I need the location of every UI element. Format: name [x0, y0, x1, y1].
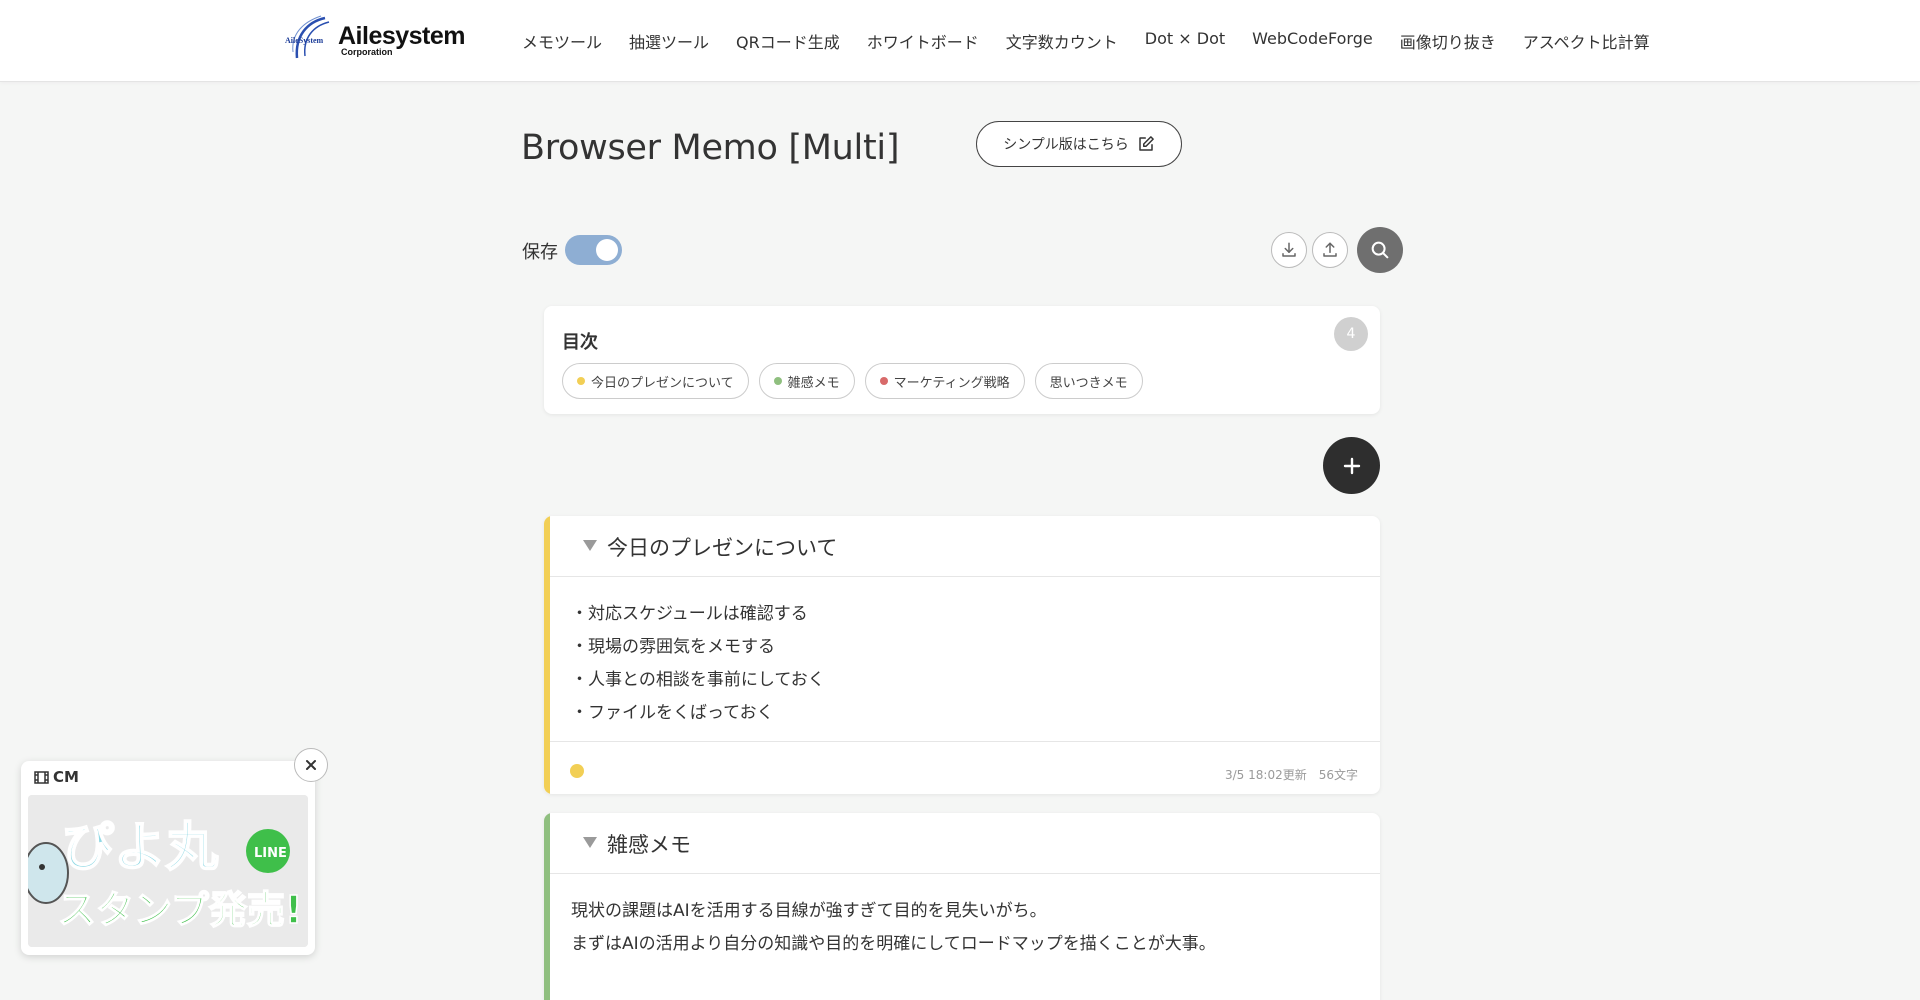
close-icon	[306, 760, 316, 770]
nav-item-char-count[interactable]: 文字数カウント	[1006, 29, 1118, 53]
add-memo-button[interactable]	[1323, 437, 1380, 494]
cm-banner-image[interactable]: ぴよ丸 LINE スタンプ発売!	[28, 795, 308, 947]
banner-sub-text: スタンプ発売!	[58, 888, 302, 932]
edit-icon	[1139, 136, 1154, 151]
color-dot	[577, 377, 585, 385]
memo-meta: 3/5 18:02更新 56文字	[1225, 766, 1358, 783]
toc-chip-label: 雑感メモ	[787, 375, 840, 391]
search-button[interactable]	[1357, 227, 1403, 273]
save-toggle[interactable]	[565, 235, 622, 265]
cm-widget: CM ぴよ丸 LINE スタンプ発売!	[21, 761, 315, 955]
nav-item-dot-dot[interactable]: Dot × Dot	[1145, 29, 1225, 53]
memo-card: 今日のプレゼンについて ・対応スケジュールは確認する ・現場の雰囲気をメモする …	[544, 516, 1380, 794]
memo-char-count: 56文字	[1318, 768, 1358, 782]
banner-title-text: ぴよ丸	[62, 818, 218, 878]
plus-icon	[1343, 457, 1360, 474]
toggle-knob	[596, 239, 618, 261]
toc-chip-label: 思いつきメモ	[1049, 375, 1128, 391]
memo-header[interactable]: 雑感メモ	[550, 813, 1380, 874]
toc-chip-label: 今日のプレゼンについて	[591, 375, 734, 391]
cm-close-button[interactable]	[294, 748, 328, 782]
main-nav: メモツール 抽選ツール QRコード生成 ホワイトボード 文字数カウント Dot …	[522, 29, 1650, 53]
logo-subtext: Corporation	[341, 47, 393, 57]
toc-chip[interactable]: 雑感メモ	[758, 363, 855, 399]
save-label: 保存	[522, 242, 558, 263]
toc-title: 目次	[562, 332, 598, 353]
nav-item-qr-code[interactable]: QRコード生成	[736, 29, 840, 53]
simple-version-button[interactable]: シンプル版はこちら	[976, 121, 1182, 167]
nav-item-whiteboard[interactable]: ホワイトボード	[867, 29, 979, 53]
nav-item-lottery-tool[interactable]: 抽選ツール	[629, 29, 709, 53]
memo-footer: 3/5 18:02更新 56文字	[550, 741, 1380, 794]
banner-badge-text: LINE	[254, 846, 287, 861]
toc-chip[interactable]: 思いつきメモ	[1034, 363, 1143, 399]
collapse-triangle-icon[interactable]	[583, 540, 597, 551]
cm-label: CM	[53, 768, 79, 786]
memo-body[interactable]: ・対応スケジュールは確認する ・現場の雰囲気をメモする ・人事との相談を事前にし…	[571, 598, 825, 730]
cm-label-row: CM	[34, 768, 79, 786]
search-icon	[1371, 241, 1389, 259]
memo-title[interactable]: 今日のプレゼンについて	[607, 532, 837, 562]
download-button[interactable]	[1271, 232, 1307, 268]
download-icon	[1282, 242, 1296, 257]
upload-icon	[1323, 242, 1337, 257]
toc-count-badge: 4	[1334, 317, 1368, 351]
piyomaru-stamp-banner: ぴよ丸 LINE スタンプ発売!	[28, 795, 308, 947]
collapse-triangle-icon[interactable]	[583, 837, 597, 848]
color-dot	[879, 377, 888, 385]
toc-chip-list: 今日のプレゼンについて 雑感メモ マーケティング戦略 思いつきメモ	[562, 363, 1143, 399]
nav-item-memo-tool[interactable]: メモツール	[522, 29, 602, 53]
nav-item-webcodeforge[interactable]: WebCodeForge	[1252, 29, 1373, 53]
toc-chip[interactable]: 今日のプレゼンについて	[562, 363, 749, 399]
toc-card: 目次 4 今日のプレゼンについて 雑感メモ マーケティング戦略 思いつきメモ	[544, 306, 1380, 414]
memo-updated: 3/5 18:02更新	[1225, 768, 1307, 782]
color-picker-dot[interactable]	[570, 764, 584, 778]
memo-title[interactable]: 雑感メモ	[607, 829, 691, 859]
logo-small-text: AileSystem	[285, 36, 324, 45]
toc-chip-label: マーケティング戦略	[893, 375, 1010, 391]
ailesystem-logo[interactable]: AileSystem Ailesystem Corporation	[285, 14, 466, 66]
page-title: Browser Memo [Multi]	[521, 128, 900, 168]
color-dot	[773, 377, 782, 385]
toc-chip[interactable]: マーケティング戦略	[864, 363, 1025, 399]
memo-card: 雑感メモ 現状の課題はAIを活用する目線が強すぎて目的を見失いがち。 まずはAI…	[544, 813, 1380, 1000]
memo-header[interactable]: 今日のプレゼンについて	[550, 516, 1380, 577]
nav-item-image-crop[interactable]: 画像切り抜き	[1400, 29, 1496, 53]
film-icon	[34, 770, 49, 784]
upload-button[interactable]	[1312, 232, 1348, 268]
site-header: AileSystem Ailesystem Corporation メモツール …	[0, 0, 1920, 82]
simple-version-label: シンプル版はこちら	[1003, 137, 1129, 153]
nav-item-aspect-ratio[interactable]: アスペクト比計算	[1523, 29, 1650, 53]
memo-body[interactable]: 現状の課題はAIを活用する目線が強すぎて目的を見失いがち。 まずはAIの活用より…	[571, 895, 1216, 961]
